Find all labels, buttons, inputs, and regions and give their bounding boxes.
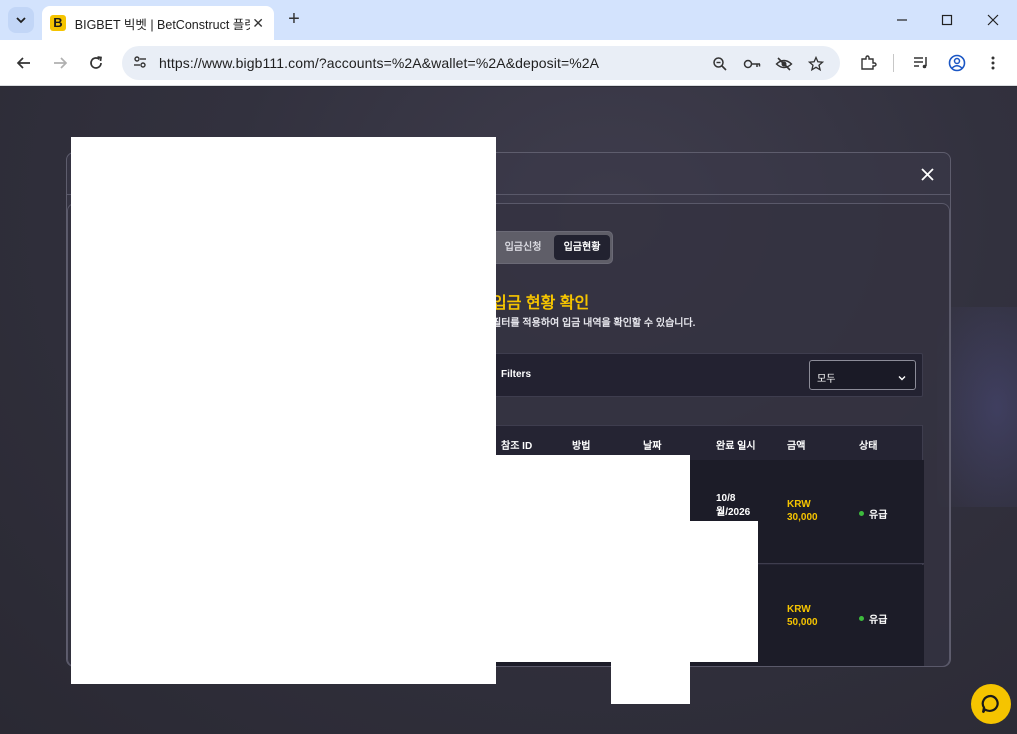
account-icon — [948, 54, 966, 72]
modal-close-button[interactable] — [916, 163, 938, 185]
close-icon — [920, 167, 934, 181]
media-control-button[interactable] — [910, 52, 932, 74]
chat-support-button[interactable] — [971, 684, 1011, 724]
tab-deposit-request[interactable]: 입금신청 — [493, 235, 553, 260]
window-close-button[interactable] — [981, 8, 1005, 32]
maximize-button[interactable] — [935, 8, 959, 32]
redacted-region — [611, 617, 690, 704]
tune-icon[interactable] — [132, 54, 148, 75]
back-button[interactable] — [12, 51, 36, 75]
page-title: 입금 현황 확인 — [492, 295, 590, 312]
amount-currency: KRW — [787, 604, 811, 615]
new-tab-button[interactable]: + — [283, 8, 305, 30]
column-header-date: 날짜 — [643, 441, 662, 452]
page-viewport: 입금신청 입금현황 입금 현황 확인 필터를 적용하여 입금 내역을 확인할 수… — [0, 87, 1017, 734]
tab-title: BIGBET 빅벳 | BetConstruct 플랫폼 — [74, 17, 251, 32]
page-subtitle: 필터를 적용하여 입금 내역을 확인할 수 있습니다. — [492, 318, 696, 329]
address-bar[interactable]: https://www.bigb111.com/?accounts=%2A&wa… — [122, 46, 840, 80]
amount-value: 30,000 — [787, 512, 818, 523]
column-header-completed: 완료 일시 — [716, 441, 756, 452]
key-icon[interactable] — [742, 54, 762, 74]
status-text: 유급 — [869, 510, 888, 521]
more-vert-icon — [991, 56, 995, 70]
zoom-out-icon[interactable] — [710, 54, 730, 74]
url-text[interactable]: https://www.bigb111.com/?accounts=%2A&wa… — [159, 55, 599, 71]
redacted-region — [71, 137, 496, 684]
arrow-right-icon — [54, 57, 68, 69]
star-icon[interactable] — [806, 54, 826, 74]
completed-date-line: 월/2026 — [716, 507, 751, 518]
reload-icon — [90, 56, 102, 69]
toolbar-divider — [893, 54, 894, 72]
puzzle-icon — [861, 55, 877, 70]
tab-deposit-status[interactable]: 입금현황 — [554, 235, 610, 260]
eye-off-icon[interactable] — [774, 54, 794, 74]
forward-button[interactable] — [48, 51, 72, 75]
tab-close-icon[interactable]: ✕ — [250, 15, 266, 32]
column-header-amount: 금액 — [787, 441, 806, 452]
browser-tab[interactable]: B BIGBET 빅벳 | BetConstruct 플랫폼 ✕ — [42, 6, 274, 40]
chat-icon — [981, 694, 999, 714]
status-text: 유급 — [869, 615, 888, 626]
media-control-icon — [914, 57, 927, 69]
browser-menu-button[interactable] — [982, 52, 1004, 74]
status-badge: 유급 — [859, 611, 887, 626]
deposit-tab-switch: 입금신청 입금현황 — [488, 231, 613, 264]
extensions-button[interactable] — [857, 52, 879, 74]
completed-date-cell: 10/8 월/2026 — [716, 492, 750, 520]
site-favicon: B — [50, 15, 66, 31]
status-filter-select[interactable]: 모두 — [809, 360, 916, 390]
maximize-icon — [941, 14, 953, 26]
chevron-down-icon — [897, 370, 907, 388]
amount-currency: KRW — [787, 499, 811, 510]
status-dot — [859, 511, 864, 516]
minimize-icon — [897, 19, 907, 21]
select-value: 모두 — [817, 374, 836, 385]
browser-toolbar: https://www.bigb111.com/?accounts=%2A&wa… — [0, 40, 1017, 86]
minimize-button[interactable] — [890, 8, 914, 32]
column-header-method: 방법 — [572, 441, 591, 452]
amount-cell: KRW 50,000 — [787, 603, 818, 629]
column-header-status: 상태 — [859, 441, 878, 452]
chevron-down-icon — [16, 17, 26, 24]
status-dot — [859, 616, 864, 621]
profile-button[interactable] — [946, 52, 968, 74]
amount-value: 50,000 — [787, 617, 818, 628]
tab-search-button[interactable] — [8, 7, 34, 33]
browser-tab-strip: B BIGBET 빅벳 | BetConstruct 플랫폼 ✕ + — [0, 0, 1017, 40]
column-header-ref-id: 참조 ID — [501, 441, 533, 452]
status-badge: 유급 — [859, 506, 887, 521]
close-icon — [987, 14, 999, 26]
amount-cell: KRW 30,000 — [787, 498, 818, 524]
reload-button[interactable] — [84, 51, 108, 75]
completed-date-line: 10/8 — [716, 493, 736, 504]
filters-label: Filters — [501, 369, 532, 380]
arrow-left-icon — [16, 57, 30, 69]
filter-bar: Filters 모두 — [492, 353, 923, 397]
